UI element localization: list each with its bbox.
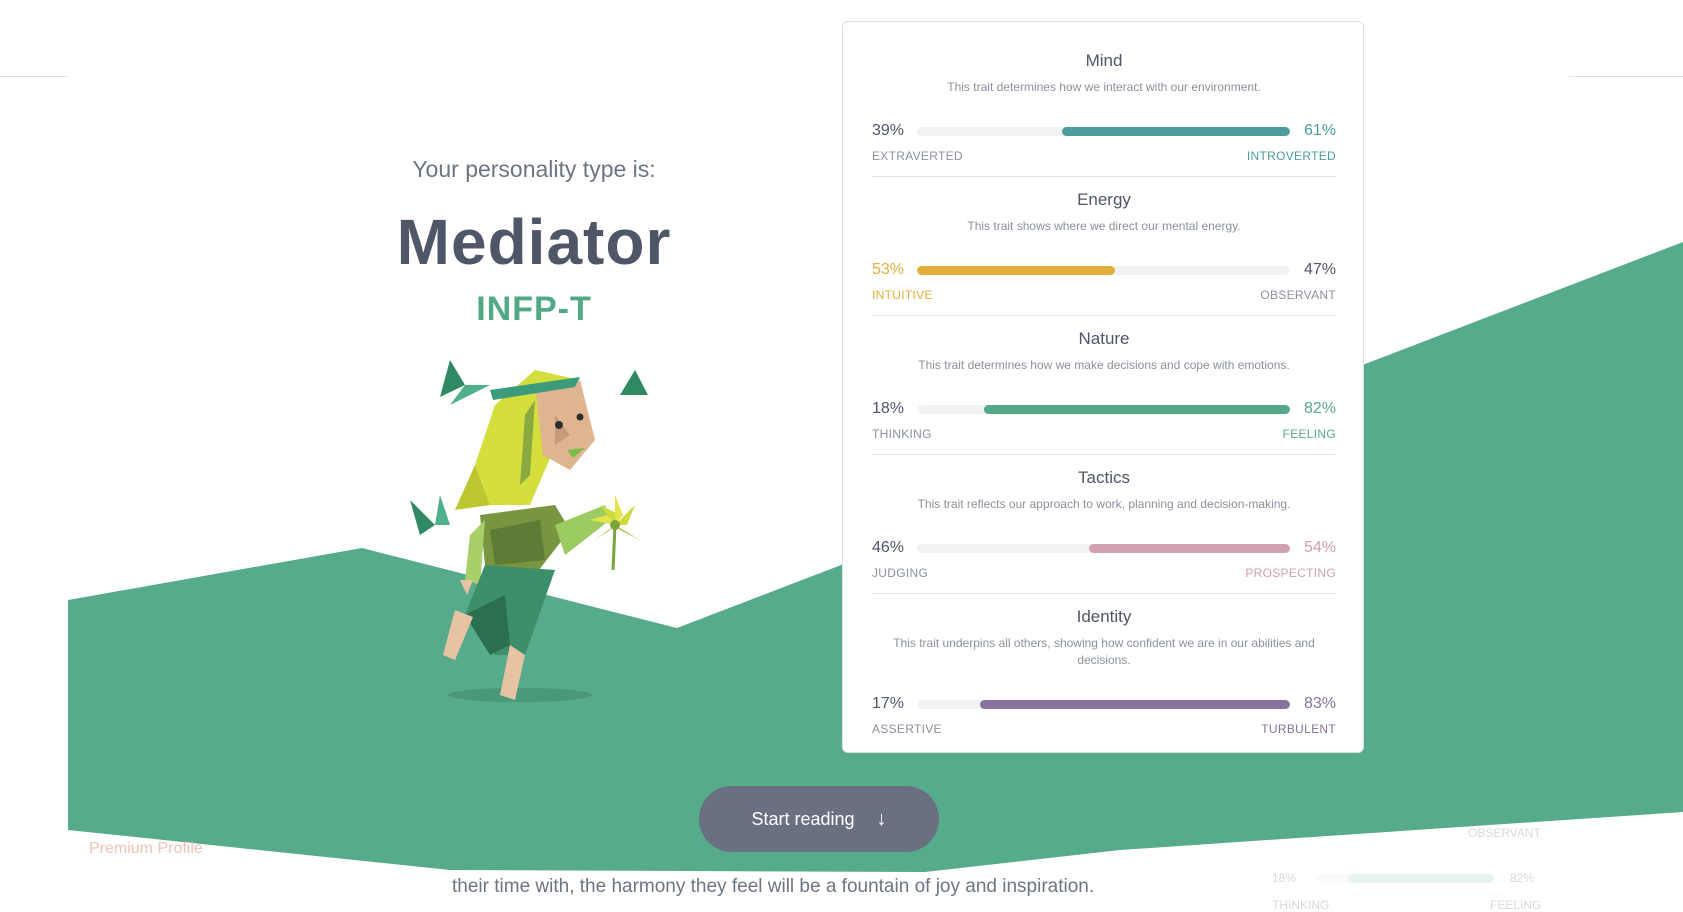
ghost-label-top: OBSERVANT xyxy=(1468,826,1541,840)
trait-title: Energy xyxy=(1077,190,1131,209)
trait-right-percent: 54% xyxy=(1303,539,1336,556)
trait-divider xyxy=(872,315,1336,316)
trait-right-percent: 83% xyxy=(1303,695,1336,712)
trait-description: This trait determines how we interact wi… xyxy=(947,80,1261,94)
trait-bar-fill xyxy=(917,266,1115,275)
trait-description: This trait underpins all others, showing… xyxy=(893,636,1315,667)
trait-divider xyxy=(872,593,1336,594)
trait-left-label: JUDGING xyxy=(872,566,929,580)
ghost-bar xyxy=(1316,874,1494,883)
trait-left-percent: 39% xyxy=(872,122,905,139)
trait-bar xyxy=(917,405,1290,414)
trait-bar xyxy=(917,127,1290,136)
trait-title: Mind xyxy=(1085,51,1123,70)
trait-right-label: INTROVERTED xyxy=(1246,149,1336,163)
trait-title: Tactics xyxy=(1078,468,1130,487)
ghost-label-left: THINKING xyxy=(1272,898,1330,912)
trait-left-percent: 17% xyxy=(872,695,905,712)
trait-bar-fill xyxy=(1089,544,1290,553)
ghost-trait-preview: OBSERVANT 18% 82% THINKING FEELING xyxy=(1254,824,1570,912)
ghost-label-right: FEELING xyxy=(1490,898,1542,912)
trait-description: This trait shows where we direct our men… xyxy=(967,219,1241,233)
trait-right-percent: 82% xyxy=(1303,400,1336,417)
profile-body-text: their time with, the harmony they feel w… xyxy=(452,876,1095,897)
trait-bar-fill xyxy=(980,700,1290,709)
trait-bar-fill xyxy=(984,405,1290,414)
trait-tactics: Tactics This trait reflects our approach … xyxy=(872,468,1336,588)
trait-left-percent: 18% xyxy=(872,400,905,417)
trait-right-percent: 61% xyxy=(1303,122,1336,139)
trait-energy: Energy This trait shows where we direct o… xyxy=(872,190,1336,310)
trait-right-label: TURBULENT xyxy=(1261,722,1336,736)
start-reading-label: Start reading xyxy=(751,808,855,829)
trait-left-label: THINKING xyxy=(872,427,932,441)
trait-right-label: OBSERVANT xyxy=(1260,288,1336,302)
premium-profile-label: Premium Profile xyxy=(89,840,203,857)
trait-title: Nature xyxy=(1078,329,1130,348)
trait-divider xyxy=(872,454,1336,455)
ghost-pct-right: 82% xyxy=(1510,871,1535,885)
trait-left-label: ASSERTIVE xyxy=(872,722,942,736)
trait-bar xyxy=(917,266,1290,275)
trait-left-label: INTUITIVE xyxy=(872,288,933,302)
trait-bar xyxy=(917,700,1290,709)
traits-card: Mind This trait determines how we interac… xyxy=(842,21,1364,753)
ghost-bar-fill xyxy=(1348,874,1494,883)
trait-right-label: PROSPECTING xyxy=(1245,566,1336,580)
trait-title: Identity xyxy=(1076,607,1132,626)
trait-divider xyxy=(872,176,1336,177)
trait-bar xyxy=(917,544,1290,553)
trait-left-label: EXTRAVERTED xyxy=(872,149,963,163)
trait-right-label: FEELING xyxy=(1282,427,1336,441)
trait-bar-fill xyxy=(1062,127,1290,136)
mediator-character-illustration xyxy=(410,360,648,702)
trait-description: This trait determines how we make decisi… xyxy=(918,358,1290,372)
start-reading-button[interactable]: Start reading ↓ xyxy=(699,786,939,852)
trait-description: This trait reflects our approach to work… xyxy=(917,497,1291,511)
trait-left-percent: 53% xyxy=(872,261,905,278)
ghost-pct-left: 18% xyxy=(1272,871,1297,885)
trait-identity: Identity This trait underpins all others,… xyxy=(872,607,1336,743)
trait-left-percent: 46% xyxy=(872,539,905,556)
arrow-down-icon: ↓ xyxy=(876,808,887,830)
trait-right-percent: 47% xyxy=(1303,261,1336,278)
trait-mind: Mind This trait determines how we interac… xyxy=(872,51,1336,171)
trait-nature: Nature This trait determines how we make … xyxy=(872,329,1336,449)
